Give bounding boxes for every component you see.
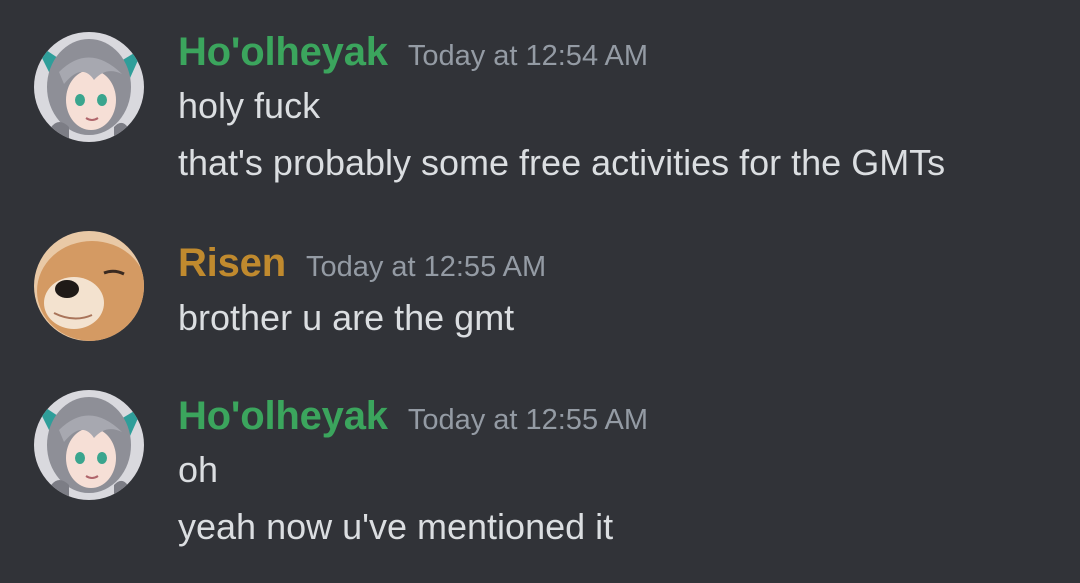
message-header: Ho'olheyak Today at 12:55 AM [178, 394, 648, 439]
username[interactable]: Risen [178, 241, 286, 285]
shiba-dog-avatar-icon [34, 231, 144, 341]
message-text: that's probably some free activities for… [178, 142, 946, 183]
message-text: oh [178, 449, 219, 490]
message-group: Ho'olheyak Today at 12:54 AM holy fuck th… [0, 26, 1080, 196]
anime-girl-avatar-icon [34, 32, 144, 142]
avatar[interactable] [34, 390, 144, 500]
timestamp[interactable]: Today at 12:54 AM [408, 40, 648, 72]
avatar[interactable] [34, 32, 144, 142]
message-text: holy fuck [178, 85, 321, 126]
timestamp[interactable]: Today at 12:55 AM [408, 404, 648, 436]
anime-girl-avatar-icon [34, 390, 144, 500]
message-header: Ho'olheyak Today at 12:54 AM [178, 30, 648, 75]
timestamp[interactable]: Today at 12:55 AM [306, 251, 546, 283]
message-group: Ho'olheyak Today at 12:55 AM oh yeah now … [0, 390, 1080, 560]
chat-message-list: Ho'olheyak Today at 12:54 AM holy fuck th… [0, 0, 1080, 583]
username[interactable]: Ho'olheyak [178, 394, 388, 438]
message-text: yeah now u've mentioned it [178, 506, 614, 547]
message-header: Risen Today at 12:55 AM [178, 241, 546, 286]
message-text: brother u are the gmt [178, 297, 515, 338]
avatar[interactable] [34, 231, 144, 341]
username[interactable]: Ho'olheyak [178, 30, 388, 74]
message-group: Risen Today at 12:55 AM brother u are the… [0, 230, 1080, 345]
